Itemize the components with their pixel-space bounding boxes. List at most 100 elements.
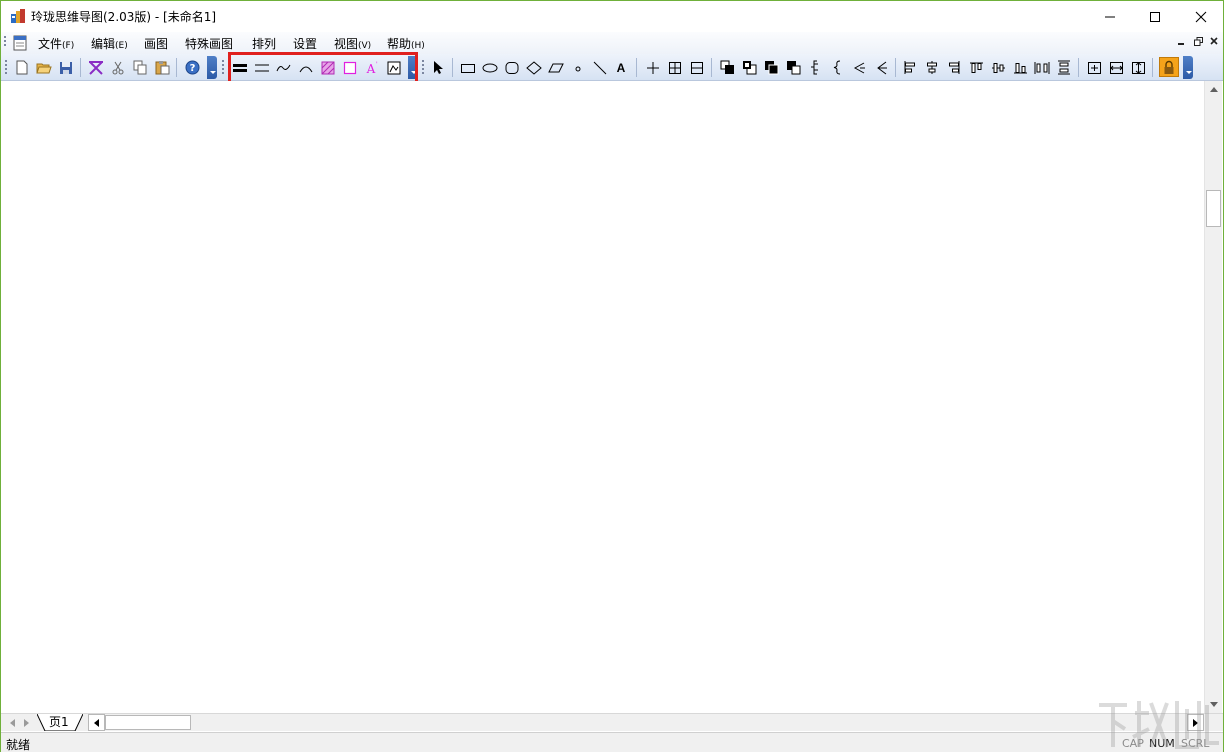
align-right-button[interactable] bbox=[945, 59, 963, 76]
horizontal-scroll-thumb[interactable] bbox=[105, 715, 191, 730]
curly-brace-button[interactable] bbox=[828, 59, 846, 76]
menu-settings-label: 设置 bbox=[293, 37, 318, 51]
curly-brace-icon bbox=[833, 60, 841, 75]
toolbar-separator bbox=[1152, 58, 1153, 77]
scroll-left-button[interactable] bbox=[88, 714, 105, 731]
send-to-back-button[interactable] bbox=[740, 59, 758, 76]
cut-special-button[interactable] bbox=[87, 59, 105, 76]
fork-bracket-button[interactable] bbox=[872, 59, 890, 76]
open-file-button[interactable] bbox=[35, 59, 53, 76]
mdi-minimize-icon bbox=[1178, 43, 1184, 45]
scissors-icon bbox=[112, 61, 124, 74]
angle-bracket-button[interactable] bbox=[850, 59, 868, 76]
small-circle-icon bbox=[575, 66, 581, 71]
menu-settings[interactable]: 设置 bbox=[293, 35, 317, 52]
menu-view[interactable]: 视图(V) bbox=[334, 35, 371, 52]
toolbar-overflow-chevron-3[interactable] bbox=[1183, 56, 1193, 79]
new-file-button[interactable] bbox=[13, 59, 31, 76]
mdi-minimize-button[interactable] bbox=[1177, 37, 1185, 48]
point-tool-button[interactable] bbox=[569, 59, 587, 76]
fit-page-button[interactable] bbox=[1085, 59, 1103, 76]
cut-button[interactable] bbox=[109, 59, 127, 76]
save-icon bbox=[60, 61, 72, 74]
title-bar[interactable]: 玲珑思维导图(2.03版) - [未命名1] bbox=[1, 1, 1223, 32]
toolbar-separator bbox=[636, 58, 637, 77]
rectangle-tool-button[interactable] bbox=[459, 59, 477, 76]
scroll-up-button[interactable] bbox=[1205, 81, 1222, 98]
minimize-button[interactable] bbox=[1087, 1, 1133, 32]
plus-icon bbox=[647, 61, 659, 74]
menu-help-accel: (H) bbox=[411, 41, 425, 51]
paste-button[interactable] bbox=[153, 59, 171, 76]
split-horizontal-icon bbox=[691, 61, 703, 74]
align-top-button[interactable] bbox=[967, 59, 985, 76]
insert-cross-button[interactable] bbox=[644, 59, 662, 76]
menu-arrange[interactable]: 排列 bbox=[252, 35, 276, 52]
menu-view-accel: (V) bbox=[358, 41, 372, 51]
mdi-restore-button[interactable] bbox=[1194, 37, 1203, 49]
rounded-rect-tool-button[interactable] bbox=[503, 59, 521, 76]
insert-grid-button[interactable] bbox=[666, 59, 684, 76]
align-right-icon bbox=[949, 61, 960, 74]
bring-to-front-button[interactable] bbox=[718, 59, 736, 76]
tab-next-button[interactable] bbox=[20, 716, 32, 730]
vertical-scroll-thumb[interactable] bbox=[1206, 190, 1221, 227]
left-brace-button[interactable] bbox=[806, 59, 824, 76]
watermark-logo bbox=[1099, 701, 1219, 749]
distribute-horizontal-button[interactable] bbox=[1033, 59, 1051, 76]
select-pointer-button[interactable] bbox=[429, 59, 447, 76]
fit-width-button[interactable] bbox=[1107, 59, 1125, 76]
distribute-vertical-button[interactable] bbox=[1055, 59, 1073, 76]
document-icon[interactable] bbox=[12, 35, 28, 51]
parallelogram-tool-button[interactable] bbox=[547, 59, 565, 76]
bring-front-icon bbox=[720, 60, 734, 74]
diamond-tool-button[interactable] bbox=[525, 59, 543, 76]
toolbar-separator bbox=[895, 58, 896, 77]
horizontal-scrollbar[interactable] bbox=[88, 714, 1204, 731]
help-button[interactable]: ? bbox=[183, 59, 201, 76]
text-tool-button[interactable]: A bbox=[612, 59, 630, 76]
minimize-icon bbox=[1105, 16, 1115, 17]
toolbar-grip-3[interactable] bbox=[422, 60, 425, 76]
copy-icon bbox=[133, 60, 146, 75]
line-tool-button[interactable] bbox=[591, 59, 609, 76]
fit-height-button[interactable] bbox=[1129, 59, 1147, 76]
lock-icon bbox=[1164, 60, 1174, 74]
drawing-canvas[interactable] bbox=[1, 81, 1204, 713]
insert-row-button[interactable] bbox=[688, 59, 706, 76]
vertical-scrollbar[interactable] bbox=[1204, 81, 1222, 713]
distribute-horizontal-icon bbox=[1034, 61, 1050, 74]
status-bar: 就绪 CAP NUM SCRL bbox=[1, 732, 1223, 752]
close-icon bbox=[1195, 11, 1207, 22]
copy-button[interactable] bbox=[131, 59, 149, 76]
menu-bar: 文件(F) 编辑(E) 画图 特殊画图 排列 设置 视图(V) 帮助(H) bbox=[1, 32, 1223, 54]
align-middle-button[interactable] bbox=[989, 59, 1007, 76]
mdi-close-button[interactable] bbox=[1210, 37, 1218, 48]
align-center-button[interactable] bbox=[923, 59, 941, 76]
menu-edit[interactable]: 编辑(E) bbox=[91, 35, 128, 52]
bring-forward-button[interactable] bbox=[762, 59, 780, 76]
menu-special-draw-label: 特殊画图 bbox=[185, 37, 234, 51]
align-left-button[interactable] bbox=[901, 59, 919, 76]
toolbar-grip-1[interactable] bbox=[5, 60, 8, 76]
menu-file[interactable]: 文件(F) bbox=[38, 35, 74, 52]
app-window: 玲珑思维导图(2.03版) - [未命名1] 文件(F) 编辑(E) 画图 特殊… bbox=[0, 0, 1224, 752]
menu-file-accel: (F) bbox=[62, 41, 75, 51]
menubar-grip[interactable] bbox=[4, 36, 7, 48]
save-file-button[interactable] bbox=[57, 59, 75, 76]
menu-help[interactable]: 帮助(H) bbox=[387, 35, 425, 52]
tab-page1[interactable]: 页1 bbox=[37, 714, 83, 731]
menu-draw[interactable]: 画图 bbox=[144, 35, 168, 52]
pointer-arrow-icon bbox=[434, 61, 443, 74]
maximize-button[interactable] bbox=[1132, 1, 1178, 32]
align-bottom-button[interactable] bbox=[1011, 59, 1029, 76]
toolbar-overflow-chevron-1[interactable] bbox=[207, 56, 217, 79]
ellipse-tool-button[interactable] bbox=[481, 59, 499, 76]
menu-special-draw[interactable]: 特殊画图 bbox=[185, 35, 233, 52]
lock-button[interactable] bbox=[1159, 57, 1179, 77]
send-backward-button[interactable] bbox=[784, 59, 802, 76]
toolbar-grip-2[interactable] bbox=[222, 60, 225, 76]
help-icon: ? bbox=[185, 60, 199, 75]
close-button[interactable] bbox=[1178, 1, 1224, 32]
tab-prev-button[interactable] bbox=[6, 716, 18, 730]
